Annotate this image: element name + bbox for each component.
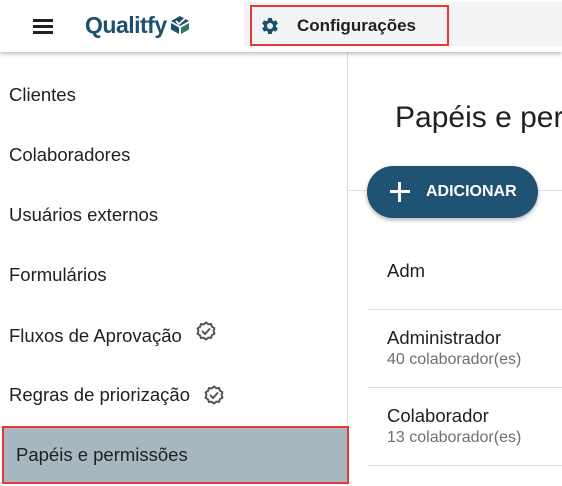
- sidebar-item-formularios[interactable]: Formulários: [0, 245, 348, 305]
- sidebar-item-usuarios-externos[interactable]: Usuários externos: [0, 185, 348, 245]
- gear-icon: [262, 17, 278, 34]
- add-button[interactable]: ADICIONAR: [367, 166, 538, 218]
- sidebar-item-label: Clientes: [9, 84, 76, 105]
- page-title: Papéis e permissões: [395, 101, 562, 134]
- sidebar-item-label: Fluxos de Aprovação: [9, 325, 182, 346]
- sidebar-item-regras-priorizacao[interactable]: Regras de priorização: [0, 365, 348, 425]
- plus-icon: [389, 181, 411, 203]
- settings-label: Configurações: [297, 15, 417, 35]
- role-name: Administrador: [387, 327, 502, 348]
- sidebar-item-label: Colaboradores: [9, 144, 131, 165]
- settings-sidebar: Clientes Colaboradores Usuários externos…: [0, 52, 349, 486]
- list-item[interactable]: Colaborador 13 colaborador(es): [367, 388, 562, 466]
- sidebar-item-clientes[interactable]: Clientes: [0, 65, 348, 125]
- sidebar-item-label: Papéis e permissões: [16, 444, 188, 465]
- list-item[interactable]: Adm: [367, 232, 562, 310]
- top-app-bar: Qualitfy Configurações: [0, 0, 562, 52]
- main-content: Papéis e permissões ADICIONAR Adm Admini…: [349, 52, 562, 486]
- brand-name: Qualitfy: [85, 11, 167, 38]
- verified-badge-icon: [204, 385, 224, 405]
- sidebar-item-fluxos-aprovacao[interactable]: Fluxos de Aprovação: [0, 306, 348, 366]
- role-name: Adm: [387, 260, 426, 281]
- role-name: Colaborador: [387, 405, 489, 426]
- menu-icon[interactable]: [30, 15, 56, 37]
- sidebar-item-label: Usuários externos: [9, 204, 159, 225]
- add-button-label: ADICIONAR: [426, 183, 517, 200]
- role-count: 40 colaborador(es): [387, 351, 522, 368]
- sidebar-item-label: Formulários: [9, 264, 107, 285]
- list-item[interactable]: Administrador 40 colaborador(es): [367, 310, 562, 388]
- brand-mark-icon: [170, 16, 189, 34]
- verified-badge-icon: [196, 321, 216, 341]
- sidebar-item-papeis-permissoes[interactable]: Papéis e permissões: [2, 426, 349, 484]
- settings-button[interactable]: Configurações: [250, 5, 449, 46]
- role-count: 13 colaborador(es): [387, 429, 522, 446]
- sidebar-item-label: Regras de priorização: [9, 384, 190, 405]
- brand-logo[interactable]: Qualitfy: [85, 10, 190, 40]
- sidebar-item-colaboradores[interactable]: Colaboradores: [0, 125, 348, 185]
